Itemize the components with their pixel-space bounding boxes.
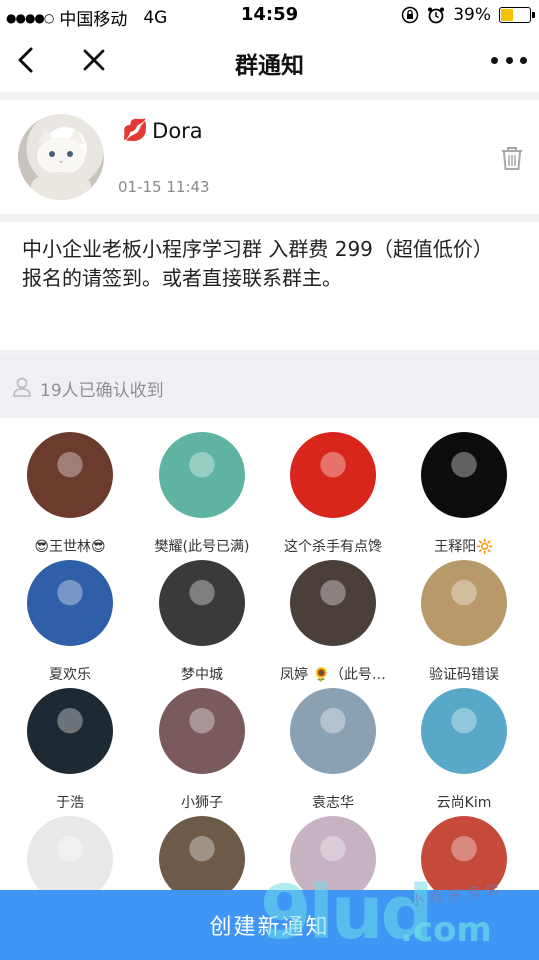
chevron-left-icon — [18, 47, 33, 73]
delete-button[interactable] — [499, 144, 525, 172]
trash-icon — [502, 147, 522, 170]
member-avatar — [421, 432, 507, 518]
close-icon — [83, 49, 105, 71]
author-name-text: Dora — [152, 118, 203, 143]
status-bar: ●●●●○ 中国移动 4G 14:59 39% — [0, 0, 539, 30]
notice-body: 中小企业老板小程序学习群 入群费 299（超值低价） 报名的请签到。或者直接联系… — [0, 222, 539, 350]
cat-avatar-icon — [31, 128, 91, 200]
battery-level-fill — [501, 9, 513, 21]
orientation-lock-icon — [401, 6, 419, 24]
avatar[interactable] — [18, 114, 104, 200]
member-item[interactable]: 夏欢乐 — [3, 546, 137, 683]
post-time: 01-15 11:43 — [118, 178, 210, 196]
status-right: 39% — [401, 5, 535, 25]
member-item[interactable]: 梦中城 — [135, 546, 269, 683]
notice-text: 中小企业老板小程序学习群 入群费 299（超值低价） 报名的请签到。或者直接联系… — [22, 237, 493, 290]
more-button[interactable] — [491, 50, 527, 70]
member-avatar — [421, 560, 507, 646]
alarm-clock-icon — [428, 7, 445, 24]
member-avatar — [290, 432, 376, 518]
confirmed-count: 19人已确认收到 — [40, 381, 164, 401]
member-item[interactable]: 凤婷 🌻（此号… — [266, 546, 400, 683]
author-name: 💋 Dora — [122, 118, 203, 143]
member-avatar — [159, 432, 245, 518]
member-item[interactable]: 验证码错误 — [397, 546, 531, 683]
more-dots-icon — [520, 56, 527, 64]
close-button[interactable] — [76, 42, 112, 78]
member-avatar — [290, 688, 376, 774]
member-avatar — [290, 560, 376, 646]
more-dots-icon — [491, 56, 498, 64]
member-avatar — [159, 560, 245, 646]
confirmed-bar[interactable]: 19人已确认收到 — [0, 356, 539, 418]
notice-author-card: 💋 Dora 01-15 11:43 — [0, 100, 539, 214]
lips-emoji: 💋 — [122, 118, 149, 142]
member-avatar — [159, 688, 245, 774]
member-item[interactable]: 这个杀手有点馋 — [266, 418, 400, 555]
member-avatar — [27, 688, 113, 774]
more-dots-icon — [505, 56, 513, 64]
back-button[interactable] — [10, 42, 42, 78]
member-grid: 😎王世林😎 樊耀(此号已满) 这个杀手有点馋 王释阳🔆 夏欢乐 梦中城 凤婷 🌻（此号… 验证… — [0, 418, 539, 960]
member-avatar — [421, 688, 507, 774]
member-item[interactable]: 于浩 — [3, 674, 137, 811]
member-item[interactable]: 😎王世林😎 — [3, 418, 137, 555]
member-item[interactable]: 王释阳🔆 — [397, 418, 531, 555]
user-icon — [13, 377, 31, 397]
member-item[interactable]: 云尚Kim — [397, 674, 531, 811]
nav-bar: 群通知 — [0, 30, 539, 92]
member-item[interactable]: 樊耀(此号已满) — [135, 418, 269, 555]
battery-percent: 39% — [453, 5, 491, 25]
member-item[interactable]: 袁志华 — [266, 674, 400, 811]
create-notice-button[interactable]: 创建新通知 — [0, 890, 539, 960]
member-item[interactable]: 小狮子 — [135, 674, 269, 811]
member-avatar — [27, 432, 113, 518]
member-avatar — [27, 560, 113, 646]
battery-icon — [499, 7, 535, 23]
